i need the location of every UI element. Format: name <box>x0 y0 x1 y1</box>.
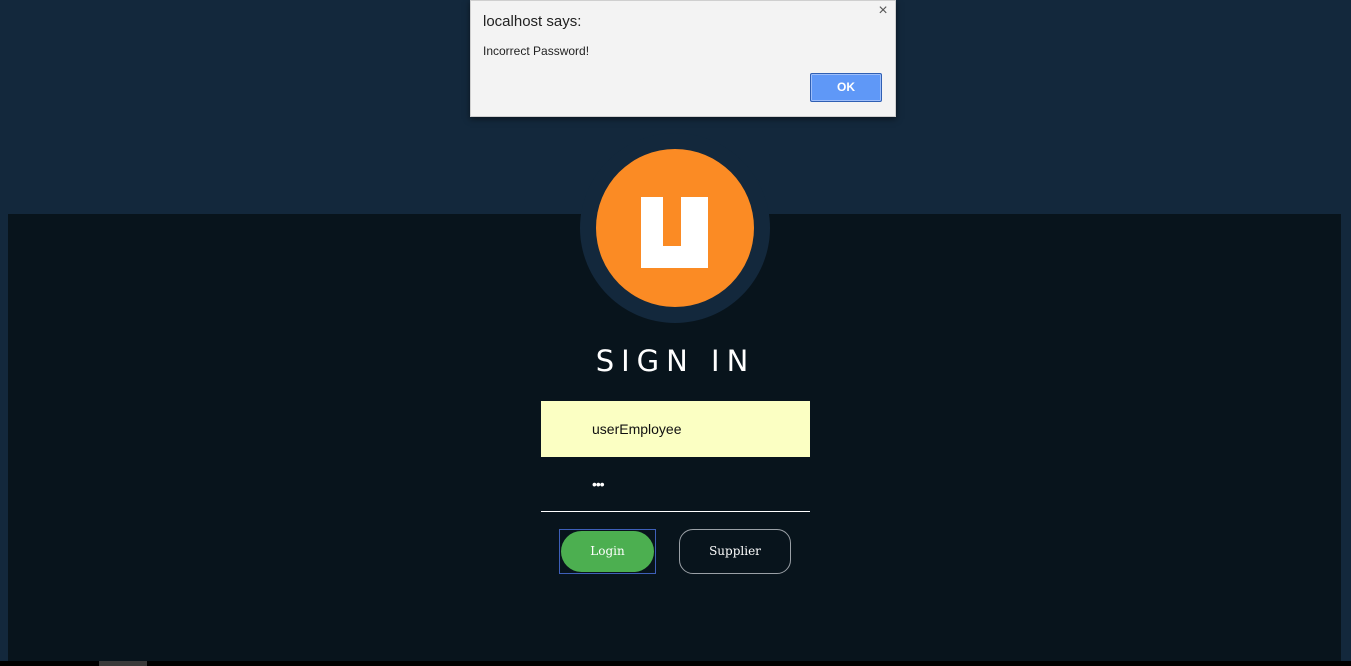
ok-button[interactable]: OK <box>810 73 882 102</box>
login-button[interactable]: Login <box>559 529 656 574</box>
bottom-scrollbar[interactable] <box>0 661 1351 666</box>
u-logo-icon <box>641 197 708 268</box>
page-title: SIGN IN <box>595 344 756 378</box>
password-input[interactable]: ••• <box>541 460 810 512</box>
alert-dialog: localhost says: × Incorrect Password! OK <box>470 0 896 117</box>
login-button-label: Login <box>561 531 654 572</box>
scrollbar-thumb[interactable] <box>99 661 147 666</box>
supplier-button[interactable]: Supplier <box>679 529 791 574</box>
alert-title: localhost says: <box>483 13 582 30</box>
alert-message: Incorrect Password! <box>483 44 590 58</box>
username-input[interactable] <box>541 401 810 457</box>
close-icon[interactable]: × <box>874 2 892 20</box>
